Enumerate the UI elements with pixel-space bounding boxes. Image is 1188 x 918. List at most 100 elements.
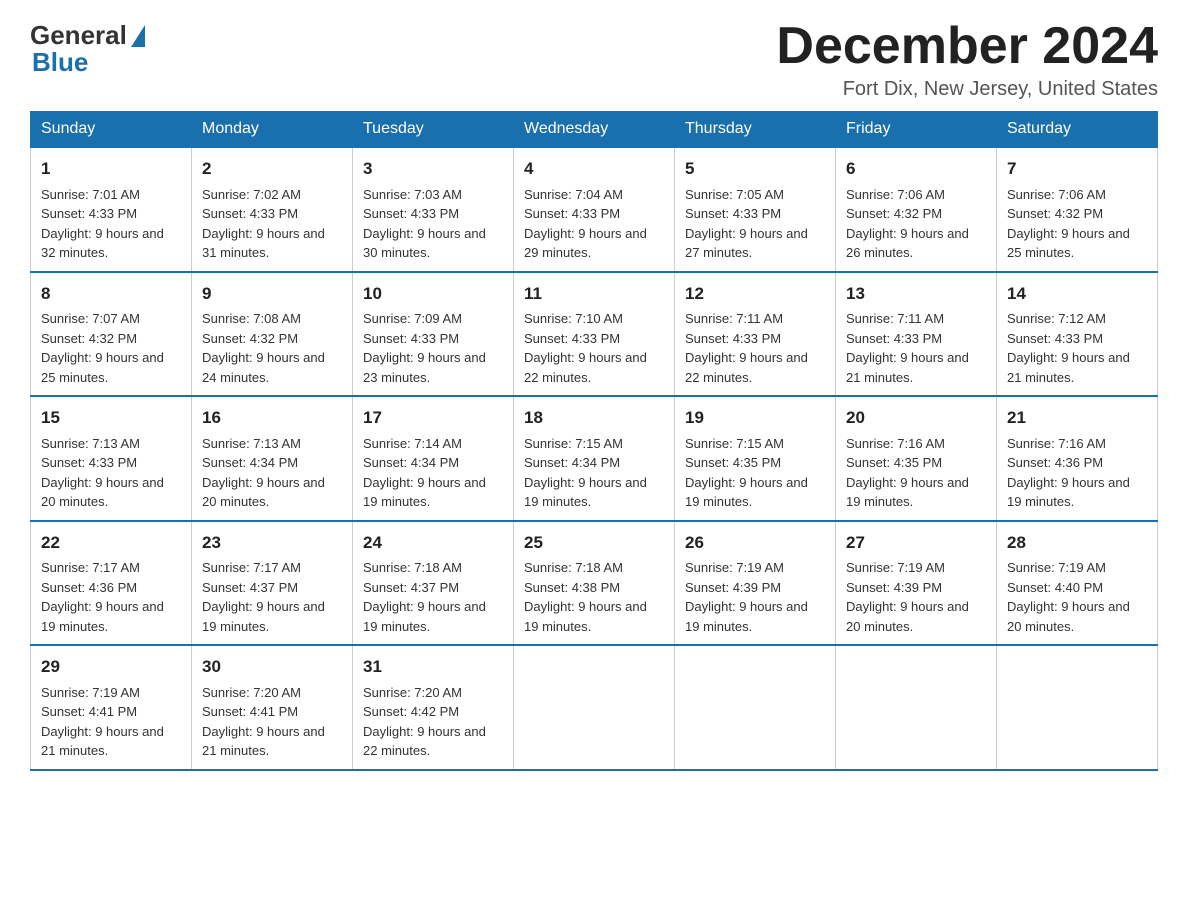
daylight-text: Daylight: 9 hours and 31 minutes. [202, 226, 325, 261]
calendar-header-row: SundayMondayTuesdayWednesdayThursdayFrid… [31, 112, 1158, 148]
sunset-text: Sunset: 4:32 PM [41, 331, 137, 346]
sunset-text: Sunset: 4:35 PM [685, 455, 781, 470]
calendar-cell: 24Sunrise: 7:18 AMSunset: 4:37 PMDayligh… [353, 521, 514, 646]
cell-content: 21Sunrise: 7:16 AMSunset: 4:36 PMDayligh… [1007, 405, 1147, 512]
day-number: 19 [685, 405, 825, 431]
sunrise-text: Sunrise: 7:08 AM [202, 311, 301, 326]
daylight-text: Daylight: 9 hours and 22 minutes. [685, 350, 808, 385]
sunrise-text: Sunrise: 7:18 AM [363, 560, 462, 575]
sunset-text: Sunset: 4:33 PM [363, 331, 459, 346]
day-number: 10 [363, 281, 503, 307]
sunrise-text: Sunrise: 7:19 AM [685, 560, 784, 575]
sunrise-text: Sunrise: 7:17 AM [202, 560, 301, 575]
cell-content: 20Sunrise: 7:16 AMSunset: 4:35 PMDayligh… [846, 405, 986, 512]
daylight-text: Daylight: 9 hours and 19 minutes. [363, 475, 486, 510]
day-of-week-header: Thursday [675, 112, 836, 148]
calendar-cell: 30Sunrise: 7:20 AMSunset: 4:41 PMDayligh… [192, 645, 353, 770]
sunrise-text: Sunrise: 7:01 AM [41, 187, 140, 202]
cell-content: 31Sunrise: 7:20 AMSunset: 4:42 PMDayligh… [363, 654, 503, 761]
calendar-cell: 18Sunrise: 7:15 AMSunset: 4:34 PMDayligh… [514, 396, 675, 521]
sunrise-text: Sunrise: 7:20 AM [202, 685, 301, 700]
month-title: December 2024 [776, 20, 1158, 72]
day-number: 9 [202, 281, 342, 307]
day-number: 24 [363, 530, 503, 556]
sunrise-text: Sunrise: 7:16 AM [1007, 436, 1106, 451]
day-of-week-header: Monday [192, 112, 353, 148]
sunrise-text: Sunrise: 7:06 AM [1007, 187, 1106, 202]
daylight-text: Daylight: 9 hours and 19 minutes. [202, 599, 325, 634]
calendar-week-row: 22Sunrise: 7:17 AMSunset: 4:36 PMDayligh… [31, 521, 1158, 646]
day-number: 29 [41, 654, 181, 680]
calendar-cell: 22Sunrise: 7:17 AMSunset: 4:36 PMDayligh… [31, 521, 192, 646]
cell-content: 24Sunrise: 7:18 AMSunset: 4:37 PMDayligh… [363, 530, 503, 637]
cell-content: 7 Sunrise: 7:06 AM Sunset: 4:32 PM Daylight… [1007, 156, 1147, 263]
calendar-cell: 21Sunrise: 7:16 AMSunset: 4:36 PMDayligh… [997, 396, 1158, 521]
cell-content: 4Sunrise: 7:04 AMSunset: 4:33 PMDaylight… [524, 156, 664, 263]
day-number: 20 [846, 405, 986, 431]
sunset-text: Sunset: 4:37 PM [202, 580, 298, 595]
day-number: 7 [1007, 156, 1147, 182]
daylight-text: Daylight: 9 hours and 21 minutes. [41, 724, 164, 759]
calendar-week-row: 15Sunrise: 7:13 AMSunset: 4:33 PMDayligh… [31, 396, 1158, 521]
sunset-text: Sunset: 4:39 PM [846, 580, 942, 595]
calendar-cell: 11 Sunrise: 7:10 AM Sunset: 4:33 PM Dayligh… [514, 272, 675, 397]
sunset-text: Sunset: 4:34 PM [202, 455, 298, 470]
calendar-cell: 20Sunrise: 7:16 AMSunset: 4:35 PMDayligh… [836, 396, 997, 521]
calendar-cell: 27Sunrise: 7:19 AMSunset: 4:39 PMDayligh… [836, 521, 997, 646]
cell-content: 2Sunrise: 7:02 AMSunset: 4:33 PMDaylight… [202, 156, 342, 263]
day-number: 13 [846, 281, 986, 307]
cell-content: 13Sunrise: 7:11 AMSunset: 4:33 PMDayligh… [846, 281, 986, 388]
sunset-text: Sunset: 4:33 PM [202, 206, 298, 221]
cell-content: 11 Sunrise: 7:10 AM Sunset: 4:33 PM Dayligh… [524, 281, 664, 388]
calendar-cell: 25Sunrise: 7:18 AMSunset: 4:38 PMDayligh… [514, 521, 675, 646]
cell-content: 8 Sunrise: 7:07 AM Sunset: 4:32 PM Daylight… [41, 281, 181, 388]
cell-content: 5Sunrise: 7:05 AMSunset: 4:33 PMDaylight… [685, 156, 825, 263]
sunrise-text: Sunrise: 7:07 AM [41, 311, 140, 326]
daylight-text: Daylight: 9 hours and 30 minutes. [363, 226, 486, 261]
sunrise-text: Sunrise: 7:03 AM [363, 187, 462, 202]
sunrise-text: Sunrise: 7:13 AM [202, 436, 301, 451]
day-number: 8 [41, 281, 181, 307]
cell-content: 17Sunrise: 7:14 AMSunset: 4:34 PMDayligh… [363, 405, 503, 512]
sunrise-text: Sunrise: 7:11 AM [685, 311, 783, 326]
daylight-text: Daylight: 9 hours and 22 minutes. [524, 350, 647, 385]
daylight-text: Daylight: 9 hours and 19 minutes. [363, 599, 486, 634]
day-number: 25 [524, 530, 664, 556]
cell-content: 12 Sunrise: 7:11 AM Sunset: 4:33 PM Dayligh… [685, 281, 825, 388]
sunrise-text: Sunrise: 7:14 AM [363, 436, 462, 451]
sunset-text: Sunset: 4:32 PM [1007, 206, 1103, 221]
day-number: 12 [685, 281, 825, 307]
sunrise-text: Sunrise: 7:19 AM [41, 685, 140, 700]
page-header: General Blue December 2024 Fort Dix, New… [30, 20, 1158, 101]
calendar-cell: 19Sunrise: 7:15 AMSunset: 4:35 PMDayligh… [675, 396, 836, 521]
sunset-text: Sunset: 4:33 PM [41, 206, 137, 221]
day-number: 11 [524, 281, 664, 307]
calendar-cell: 31Sunrise: 7:20 AMSunset: 4:42 PMDayligh… [353, 645, 514, 770]
day-number: 23 [202, 530, 342, 556]
daylight-text: Daylight: 9 hours and 25 minutes. [41, 350, 164, 385]
sunset-text: Sunset: 4:33 PM [524, 331, 620, 346]
sunrise-text: Sunrise: 7:10 AM [524, 311, 623, 326]
day-number: 27 [846, 530, 986, 556]
sunset-text: Sunset: 4:33 PM [685, 331, 781, 346]
logo: General Blue [30, 20, 145, 78]
sunset-text: Sunset: 4:33 PM [524, 206, 620, 221]
calendar-week-row: 29Sunrise: 7:19 AMSunset: 4:41 PMDayligh… [31, 645, 1158, 770]
daylight-text: Daylight: 9 hours and 25 minutes. [1007, 226, 1130, 261]
sunrise-text: Sunrise: 7:20 AM [363, 685, 462, 700]
daylight-text: Daylight: 9 hours and 23 minutes. [363, 350, 486, 385]
sunset-text: Sunset: 4:32 PM [846, 206, 942, 221]
day-number: 22 [41, 530, 181, 556]
day-number: 28 [1007, 530, 1147, 556]
day-number: 30 [202, 654, 342, 680]
daylight-text: Daylight: 9 hours and 26 minutes. [846, 226, 969, 261]
day-number: 1 [41, 156, 181, 182]
day-number: 15 [41, 405, 181, 431]
day-number: 17 [363, 405, 503, 431]
day-number: 3 [363, 156, 503, 182]
sunset-text: Sunset: 4:33 PM [1007, 331, 1103, 346]
sunset-text: Sunset: 4:32 PM [202, 331, 298, 346]
day-number: 16 [202, 405, 342, 431]
logo-triangle-icon [131, 25, 145, 47]
cell-content: 29Sunrise: 7:19 AMSunset: 4:41 PMDayligh… [41, 654, 181, 761]
